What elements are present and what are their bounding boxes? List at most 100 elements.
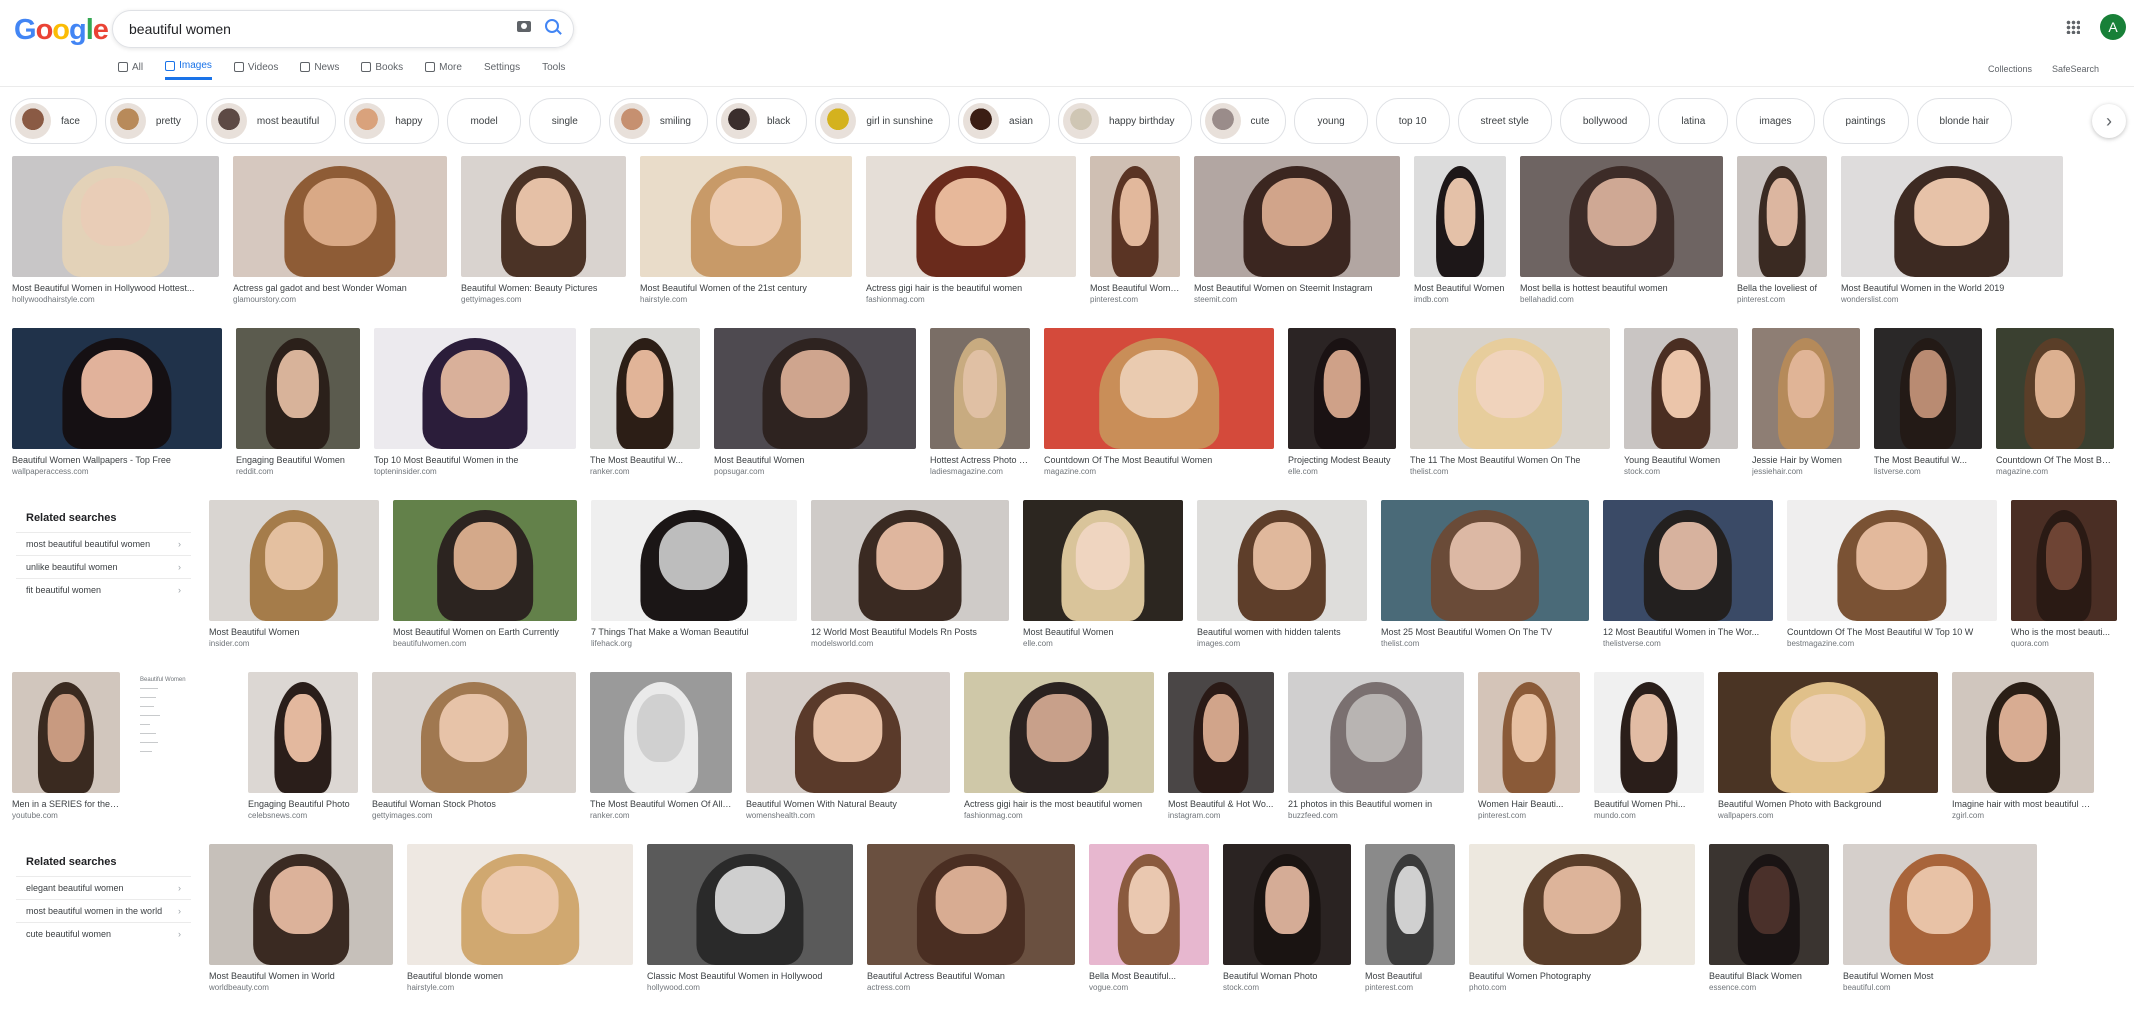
image-caption[interactable]: Hottest Actress Photo G... (930, 455, 1030, 465)
image-thumbnail[interactable] (1197, 500, 1367, 621)
image-result-card[interactable]: Most 25 Most Beautiful Women On The TV th… (1381, 500, 1589, 660)
image-caption[interactable]: Jessie Hair by Women (1752, 455, 1860, 465)
image-caption[interactable]: The 11 The Most Beautiful Women On The (1410, 455, 1610, 465)
related-chip[interactable]: most beautiful (205, 98, 337, 144)
image-thumbnail[interactable] (1414, 156, 1506, 277)
image-caption[interactable]: Beautiful Women Photo with Background (1718, 799, 1938, 809)
image-thumbnail[interactable] (1223, 844, 1351, 965)
image-caption[interactable]: Who is the most beauti... (2011, 627, 2117, 637)
image-thumbnail[interactable] (461, 156, 626, 277)
tab-tools[interactable]: Tools (542, 60, 565, 80)
image-thumbnail[interactable] (1709, 844, 1829, 965)
image-caption[interactable]: Most Beautiful Women on Steemit Instagra… (1194, 283, 1400, 293)
image-thumbnail[interactable] (1787, 500, 1997, 621)
related-chip[interactable]: girl in sunshine (815, 98, 951, 144)
image-caption[interactable]: Most Beautiful Women in World (209, 971, 393, 981)
related-chip[interactable]: happy birthday (1057, 98, 1192, 144)
image-thumbnail[interactable] (1624, 328, 1738, 449)
image-result-card[interactable]: Beautiful Actress Beautiful Woman actress… (867, 844, 1075, 1004)
image-result-card[interactable]: The Most Beautiful W... ranker.com (590, 328, 700, 488)
image-caption[interactable]: 12 Most Beautiful Women in The Wor... (1603, 627, 1773, 637)
image-caption[interactable]: Most Beautiful Women (209, 627, 379, 637)
tab-books[interactable]: Books (361, 60, 403, 80)
image-result-card[interactable]: Imagine hair with most beautiful women zg… (1952, 672, 2094, 832)
related-search-item[interactable]: most beautiful beautiful women › (16, 532, 191, 555)
image-result-card[interactable]: Beautiful Women With Natural Beauty women… (746, 672, 950, 832)
image-caption[interactable]: Beautiful Women: Beauty Pictures (461, 283, 626, 293)
tab-more[interactable]: More (425, 60, 462, 80)
google-logo[interactable]: Google (14, 14, 109, 47)
image-result-card[interactable]: Women Hair Beauti... pinterest.com (1478, 672, 1580, 832)
image-result-card[interactable]: Actress gal gadot and best Wonder Woman g… (233, 156, 447, 316)
image-thumbnail[interactable] (1288, 672, 1464, 793)
image-caption[interactable]: Beautiful women with hidden talents (1197, 627, 1367, 637)
image-thumbnail[interactable] (1469, 844, 1695, 965)
image-result-card[interactable]: Most Beautiful & Hot Wo... instagram.com (1168, 672, 1274, 832)
image-result-card[interactable]: Countdown Of The Most Beautiful W Top 10… (1787, 500, 1997, 660)
image-caption[interactable]: Actress gal gadot and best Wonder Woman (233, 283, 447, 293)
image-thumbnail[interactable] (1194, 156, 1400, 277)
related-chip[interactable]: black (715, 98, 808, 144)
image-result-card[interactable]: Most Beautiful Women in Hollywood Hottes… (12, 156, 219, 316)
image-caption[interactable]: Most Beautiful Women (1023, 627, 1183, 637)
apps-grid-icon[interactable] (2066, 20, 2080, 34)
related-search-item[interactable]: fit beautiful women › (16, 578, 191, 601)
image-result-card[interactable]: Most Beautiful Women popsugar.com (714, 328, 916, 488)
image-result-card[interactable]: Most Beautiful pinterest.com (1365, 844, 1455, 1004)
image-caption[interactable]: Beautiful Women Photography (1469, 971, 1695, 981)
image-caption[interactable]: Classic Most Beautiful Women in Hollywoo… (647, 971, 853, 981)
search-input[interactable] (127, 18, 501, 40)
image-thumbnail[interactable] (1381, 500, 1589, 621)
related-chip[interactable]: smiling (608, 98, 708, 144)
image-caption[interactable]: Most 25 Most Beautiful Women On The TV (1381, 627, 1589, 637)
image-thumbnail[interactable] (1996, 328, 2114, 449)
image-result-card[interactable]: 12 Most Beautiful Women in The Wor... the… (1603, 500, 1773, 660)
image-result-card[interactable]: Countdown Of The Most Be... magazine.com (1996, 328, 2114, 488)
image-result-card[interactable]: Beautiful Women: Beauty Pictures gettyima… (461, 156, 626, 316)
image-caption[interactable]: Most Beautiful Women (1090, 283, 1180, 293)
image-thumbnail[interactable] (1752, 328, 1860, 449)
image-result-card[interactable]: The Most Beautiful Women Of All Time rank… (590, 672, 732, 832)
image-caption[interactable]: Bella the loveliest of (1737, 283, 1827, 293)
image-result-card[interactable]: Beautiful women with hidden talents image… (1197, 500, 1367, 660)
image-result-card[interactable]: Beautiful Woman Stock Photos gettyimages.… (372, 672, 576, 832)
image-caption[interactable]: Young Beautiful Women (1624, 455, 1738, 465)
image-thumbnail[interactable] (1288, 328, 1396, 449)
image-caption[interactable]: Actress gigi hair is the beautiful women (866, 283, 1076, 293)
image-thumbnail[interactable] (209, 500, 379, 621)
image-result-card[interactable]: Beautiful Women Most beautiful.com (1843, 844, 2037, 1004)
image-result-card[interactable]: Actress gigi hair is the beautiful women… (866, 156, 1076, 316)
image-result-card[interactable]: 12 World Most Beautiful Models Rn Posts m… (811, 500, 1009, 660)
related-chip[interactable]: top 10 (1375, 98, 1450, 144)
related-chip[interactable]: images (1736, 98, 1815, 144)
image-result-card[interactable]: Beautiful Women Phi... mundo.com (1594, 672, 1704, 832)
related-search-item[interactable]: unlike beautiful women › (16, 555, 191, 578)
image-thumbnail[interactable] (248, 672, 358, 793)
image-caption[interactable]: Imagine hair with most beautiful women (1952, 799, 2094, 809)
image-caption[interactable]: Countdown Of The Most Be... (1996, 455, 2114, 465)
header-link-safesearch[interactable]: SafeSearch (2052, 64, 2099, 74)
image-thumbnail[interactable] (1843, 844, 2037, 965)
image-caption[interactable]: Beautiful Women With Natural Beauty (746, 799, 950, 809)
image-thumbnail[interactable] (1603, 500, 1773, 621)
avatar[interactable]: A (2100, 14, 2126, 40)
image-result-card[interactable]: Beautiful Women Wallpapers - Top Free wal… (12, 328, 222, 488)
image-result-card[interactable]: The 11 The Most Beautiful Women On The th… (1410, 328, 1610, 488)
image-caption[interactable]: Beautiful Women Most (1843, 971, 2037, 981)
image-caption[interactable]: 21 photos in this Beautiful women in (1288, 799, 1464, 809)
tab-videos[interactable]: Videos (233, 60, 278, 80)
image-result-card[interactable]: Hottest Actress Photo G... ladiesmagazine… (930, 328, 1030, 488)
image-result-card[interactable]: Beautiful blonde women hairstyle.com (407, 844, 633, 1004)
related-chip[interactable]: face (10, 98, 97, 144)
related-chip[interactable]: happy (344, 98, 440, 144)
image-caption[interactable]: Countdown Of The Most Beautiful Women (1044, 455, 1274, 465)
related-search-item[interactable]: cute beautiful women › (16, 922, 191, 945)
image-caption[interactable]: Most Beautiful Women (1414, 283, 1506, 293)
image-thumbnail[interactable] (930, 328, 1030, 449)
image-result-card[interactable]: Most Beautiful Women in the World 2019 wo… (1841, 156, 2063, 316)
image-caption[interactable]: Most Beautiful Women in the World 2019 (1841, 283, 2063, 293)
related-chip[interactable]: cute (1199, 98, 1287, 144)
image-caption[interactable]: Engaging Beautiful Women (236, 455, 360, 465)
image-thumbnail[interactable] (1365, 844, 1455, 965)
image-result-card[interactable]: Most Beautiful Women on Earth Currently b… (393, 500, 577, 660)
